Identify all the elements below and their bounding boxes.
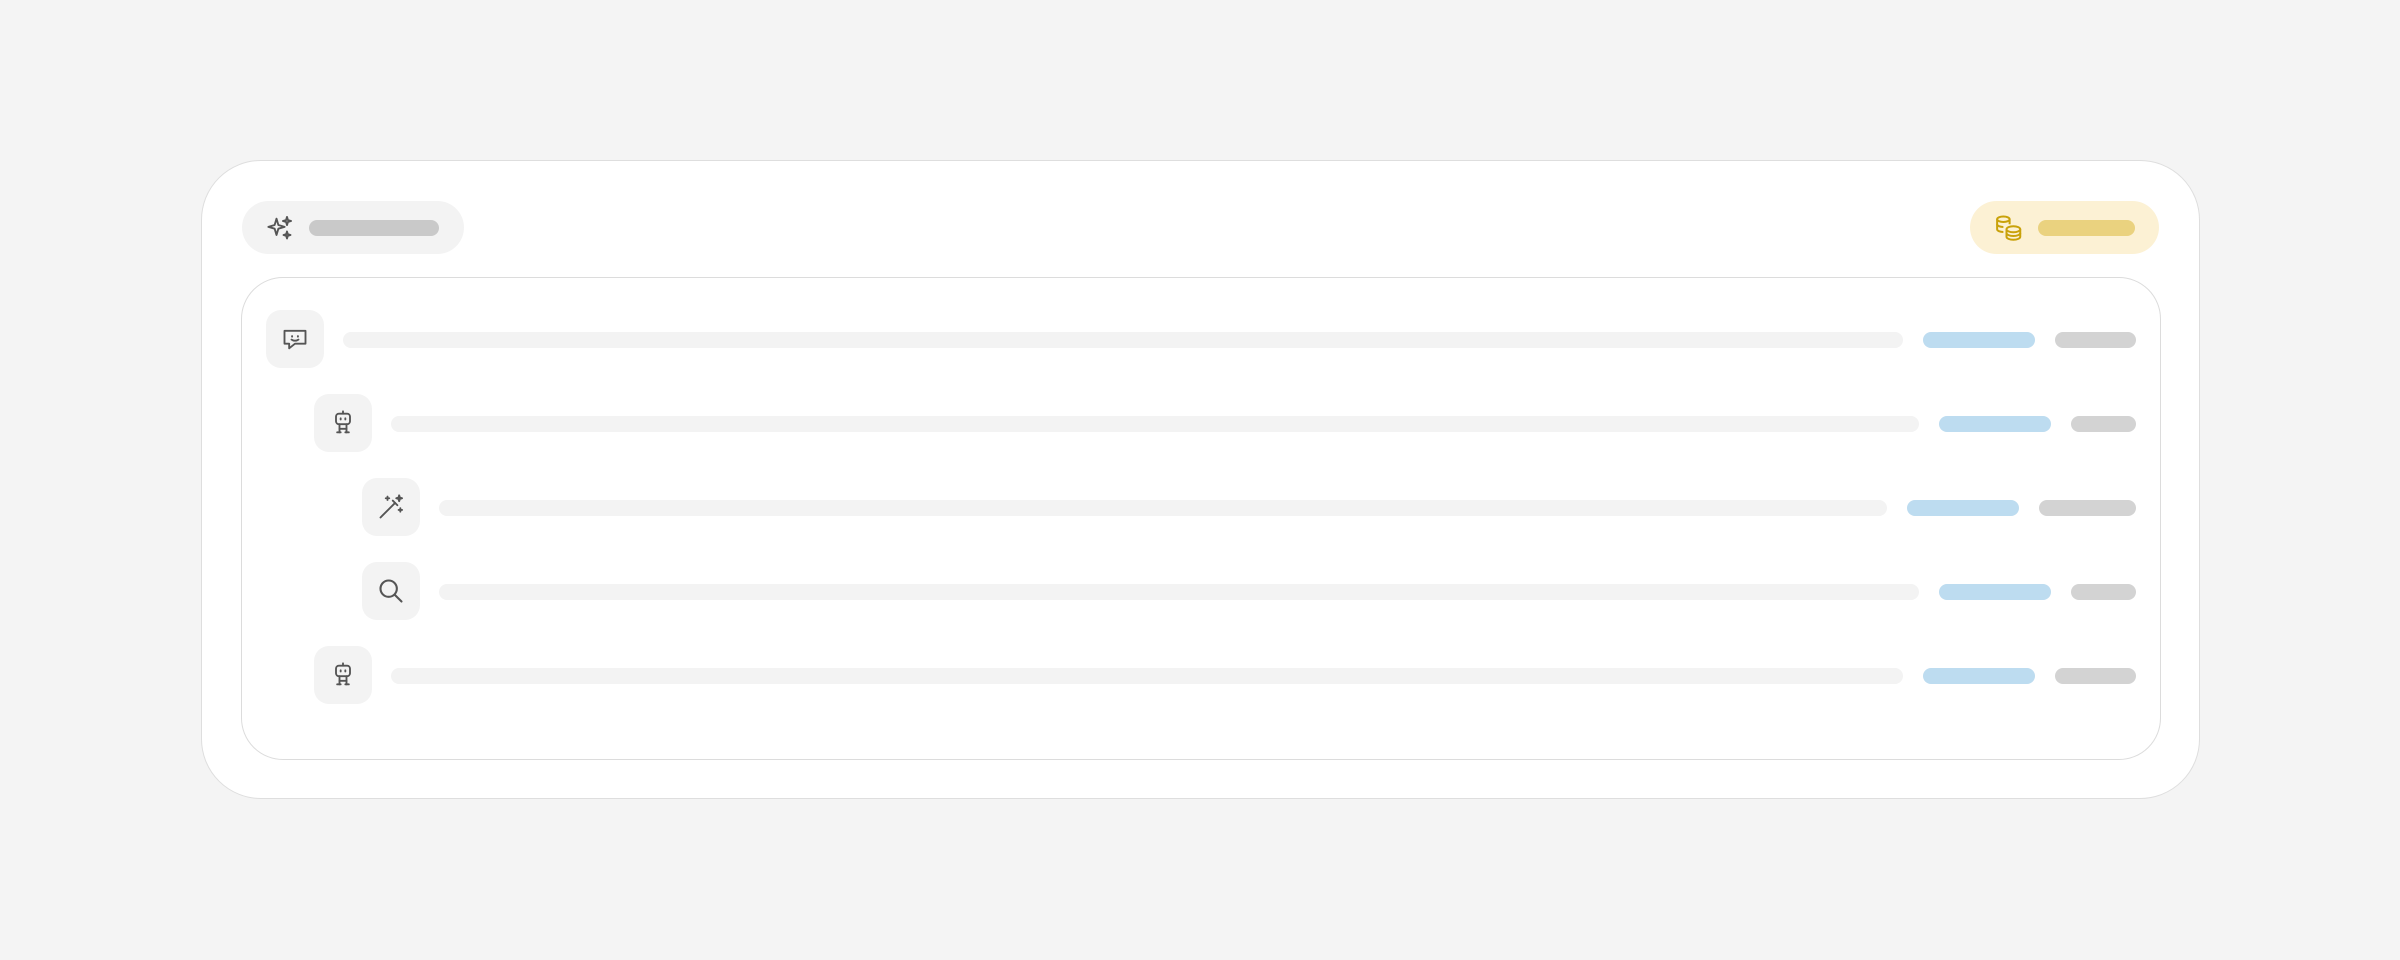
row-icon-tile <box>362 562 420 620</box>
coins-icon <box>1996 215 2022 241</box>
row-icon-tile <box>314 646 372 704</box>
row-tag-placeholder <box>1907 500 2019 516</box>
row-tag-placeholder <box>1939 416 2051 432</box>
trace-row[interactable] <box>242 394 2160 452</box>
trace-row[interactable] <box>242 646 2160 704</box>
row-icon-tile <box>314 394 372 452</box>
credits-badge <box>1970 201 2159 254</box>
row-icon-tile <box>266 310 324 368</box>
row-meta-placeholder <box>2055 668 2136 684</box>
sparkles-icon <box>267 215 293 240</box>
magic-wand-icon <box>379 494 404 519</box>
row-text-placeholder <box>343 332 1903 348</box>
trace-row[interactable] <box>242 310 2160 368</box>
header-badge-label-placeholder <box>309 220 439 236</box>
row-text-placeholder <box>439 584 1919 600</box>
robot-icon <box>335 662 351 686</box>
trace-row[interactable] <box>242 562 2160 620</box>
row-meta-placeholder <box>2071 584 2136 600</box>
row-icon-tile <box>362 478 420 536</box>
row-tag-placeholder <box>1923 668 2035 684</box>
row-tag-placeholder <box>1939 584 2051 600</box>
search-icon <box>379 579 403 603</box>
robot-icon <box>335 410 351 434</box>
row-meta-placeholder <box>2039 500 2136 516</box>
trace-row[interactable] <box>242 478 2160 536</box>
conversation-trace-card <box>201 160 2200 799</box>
row-meta-placeholder <box>2055 332 2136 348</box>
row-meta-placeholder <box>2071 416 2136 432</box>
header-badge <box>242 201 464 254</box>
credits-label-placeholder <box>2038 220 2135 236</box>
row-text-placeholder <box>391 668 1903 684</box>
row-text-placeholder <box>391 416 1919 432</box>
chat-bubble-icon <box>283 329 307 350</box>
trace-list <box>241 277 2161 760</box>
row-text-placeholder <box>439 500 1887 516</box>
row-tag-placeholder <box>1923 332 2035 348</box>
